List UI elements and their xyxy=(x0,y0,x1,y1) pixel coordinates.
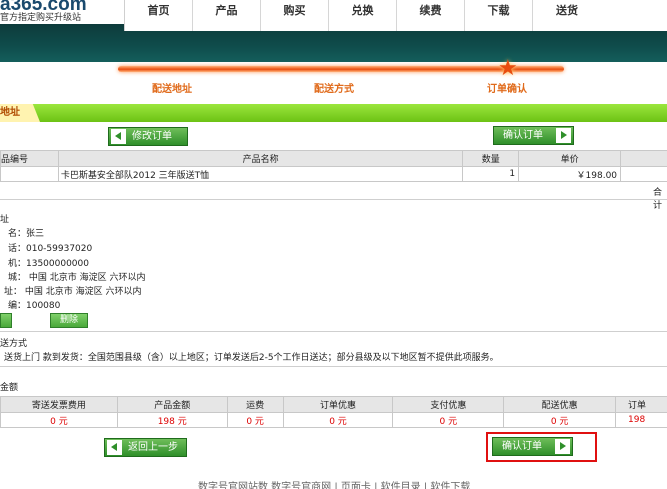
product-code xyxy=(0,166,59,182)
step-shipping: 配送方式 xyxy=(314,84,354,95)
divider xyxy=(0,366,667,367)
back-button-label: 返回上一步 xyxy=(128,442,178,453)
shipping-fee-value: 0 元 xyxy=(226,412,284,428)
divider xyxy=(0,331,667,332)
col-delivery-discount: 配送优惠 xyxy=(503,396,617,413)
divider xyxy=(0,199,667,200)
footer-links[interactable]: 数字号官网站数 数字号官商网 | 页面卡 | 软件目录 | 软件下载 xyxy=(198,478,470,489)
payment-discount-value: 0 元 xyxy=(392,412,505,428)
main-nav: 首页 产品 购买 兑换 续费 下载 送货 xyxy=(124,0,667,31)
current-step-star-icon: ★ xyxy=(498,56,518,81)
fees-table: 寄送发票费用 产品金额 运费 订单优惠 支付优惠 配送优惠 订单 0 元 198… xyxy=(0,396,667,428)
product-amount-value: 198 元 xyxy=(116,412,228,428)
confirm-order-top-label: 确认订单 xyxy=(503,130,543,141)
confirm-order-label: 确认订单 xyxy=(502,441,542,452)
edit-address-button[interactable] xyxy=(0,313,12,328)
product-price: ￥198.00 xyxy=(518,166,622,182)
col-product-amount: 产品金额 xyxy=(116,396,228,413)
product-table: 品编号 产品名称 数量 单价 金 卡巴斯基安全部队2012 三年版送T恤 1 ￥… xyxy=(0,150,667,182)
arrow-right-icon xyxy=(556,128,571,143)
col-shipping-fee: 运费 xyxy=(226,396,284,413)
section-bar xyxy=(0,104,667,122)
col-name: 产品名称 xyxy=(57,150,464,167)
col-payment-discount: 支付优惠 xyxy=(392,396,505,413)
col-qty: 数量 xyxy=(462,150,520,167)
confirm-order-top-button[interactable]: 确认订单 xyxy=(493,126,574,145)
order-steps: ★ 配送地址 配送方式 订单确认 xyxy=(0,58,667,102)
arrow-left-icon xyxy=(111,129,126,144)
table-row: 0 元 198 元 0 元 0 元 0 元 0 元 198 xyxy=(0,412,667,428)
modify-order-button[interactable]: 修改订单 xyxy=(108,127,188,146)
col-order-total: 订单 xyxy=(615,396,667,413)
order-total-value: 198 xyxy=(615,412,667,428)
step-confirm: 订单确认 xyxy=(487,84,527,95)
nav-redeem[interactable]: 兑换 xyxy=(329,0,397,31)
back-button[interactable]: 返回上一步 xyxy=(104,438,187,457)
nav-products[interactable]: 产品 xyxy=(193,0,261,31)
shipping-heading: 送方式 xyxy=(0,339,28,349)
modify-order-label: 修改订单 xyxy=(132,131,172,142)
nav-download[interactable]: 下载 xyxy=(465,0,533,31)
nav-buy[interactable]: 购买 xyxy=(261,0,329,31)
col-invoice-fee: 寄送发票费用 xyxy=(0,396,118,413)
order-discount-value: 0 元 xyxy=(282,412,394,428)
site-header: a365.com 官方指定购买升级站 首页 产品 购买 兑换 续费 下载 送货 xyxy=(0,0,667,62)
shipping-description: 送货上门 款到发货：全国范围县级（含）以上地区；订单发送后2-5个工作日送达；部… xyxy=(4,353,499,363)
arrow-right-icon xyxy=(555,439,570,454)
address-phone: 话：010-59937020 xyxy=(8,244,93,254)
fees-heading: 金额 xyxy=(0,383,19,393)
address-city: 城： 中国 北京市 海淀区 六环以内 xyxy=(8,273,146,283)
col-price: 单价 xyxy=(518,150,622,167)
table-row: 卡巴斯基安全部队2012 三年版送T恤 1 ￥198.00 xyxy=(0,166,667,182)
invoice-fee-value: 0 元 xyxy=(0,412,118,428)
nav-delivery[interactable]: 送货 xyxy=(533,0,601,31)
col-order-discount: 订单优惠 xyxy=(282,396,394,413)
product-total xyxy=(620,166,667,182)
address-street: 址： 中国 北京市 海淀区 六环以内 xyxy=(4,287,142,297)
address-postcode: 编：100080 xyxy=(8,301,61,311)
confirm-order-button[interactable]: 确认订单 xyxy=(492,437,573,456)
arrow-left-icon xyxy=(107,440,122,455)
total-label: 合计 xyxy=(653,188,663,211)
delivery-discount-value: 0 元 xyxy=(503,412,617,428)
product-name[interactable]: 卡巴斯基安全部队2012 三年版送T恤 xyxy=(57,166,464,182)
address-mobile: 机：13500000000 xyxy=(8,259,89,269)
delete-address-button[interactable]: 删除 xyxy=(50,313,88,328)
logo-subtitle: 官方指定购买升级站 xyxy=(0,13,82,23)
nav-home[interactable]: 首页 xyxy=(125,0,193,31)
product-qty: 1 xyxy=(462,166,520,182)
nav-renew[interactable]: 续费 xyxy=(397,0,465,31)
col-total: 金 xyxy=(620,150,667,167)
address-heading: 址 xyxy=(0,215,10,225)
col-code: 品编号 xyxy=(0,150,59,167)
step-address: 配送地址 xyxy=(152,84,192,95)
address-name: 名：张三 xyxy=(8,229,45,239)
